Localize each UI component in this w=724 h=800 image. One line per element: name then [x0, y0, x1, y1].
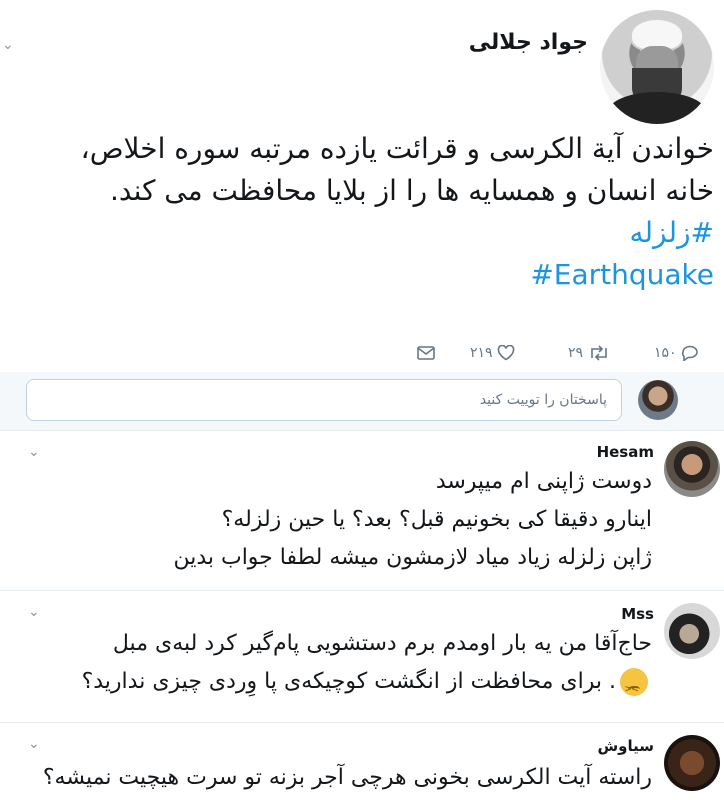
reply-tweet: ⌄ Mss حاج‌آقا من یه بار اومدم برم دستشوی… [0, 591, 724, 721]
reply-count: ۱۵۰ [654, 345, 677, 361]
reply-text-line: راسته آیت الکرسی بخونی هرچی آجر بزنه تو … [42, 765, 652, 790]
reply-text-line: دوست ژاپنی ام میپرسد [435, 469, 652, 494]
avatar[interactable] [664, 603, 720, 659]
reply-input[interactable]: پاسختان را توییت کنید [26, 379, 622, 421]
reply-tweet: ⌄ سیاوش راسته آیت الکرسی بخونی هرچی آجر … [0, 723, 724, 800]
reply-icon [681, 345, 698, 363]
retweet-button[interactable]: ۲۹ [568, 342, 610, 364]
like-button[interactable]: ۲۱۹ [470, 342, 515, 364]
current-user-avatar [638, 380, 678, 420]
reply-author-name[interactable]: Mss [621, 605, 654, 623]
tweet-text-line: خواندن آیة الکرسی و قرائت یازده مرتبه سو… [80, 132, 714, 165]
chevron-down-icon[interactable]: ⌄ [2, 38, 14, 52]
dm-button[interactable] [416, 342, 436, 364]
reply-tweet: ⌄ Hesam دوست ژاپنی ام میپرسد اینارو دقیق… [0, 431, 724, 589]
hashtag-link[interactable]: #Earthquake [4, 254, 714, 296]
chevron-down-icon[interactable]: ⌄ [28, 737, 40, 751]
tired-face-emoji [620, 668, 648, 708]
reply-text: حاج‌آقا من یه بار اومدم برم دستشویی پام‌… [32, 625, 652, 708]
chevron-down-icon[interactable]: ⌄ [28, 605, 40, 619]
reply-author-name[interactable]: Hesam [597, 443, 654, 461]
tweet-text: خواندن آیة الکرسی و قرائت یازده مرتبه سو… [4, 128, 714, 296]
reply-author-name[interactable]: سیاوش [597, 737, 654, 755]
reply-text-line: ژاپن زلزله زیاد میاد لازمشون میشه لطفا ج… [173, 545, 652, 570]
retweet-icon [590, 345, 607, 361]
chevron-down-icon[interactable]: ⌄ [28, 445, 40, 459]
main-tweet: ⌄ جواد جلالی خواندن آیة الکرسی و قرائت ی… [0, 0, 724, 372]
retweet-count: ۲۹ [568, 345, 584, 361]
reply-text-line: اینارو دقیقا کی بخونیم قبل؟ بعد؟ یا حین … [221, 507, 652, 532]
heart-icon [497, 344, 515, 361]
tweet-text-line: خانه انسان و همسایه ها را از بلایا محافظ… [110, 174, 714, 207]
like-count: ۲۱۹ [470, 345, 493, 361]
author-avatar[interactable] [600, 10, 714, 124]
reply-text-line: حاج‌آقا من یه بار اومدم برم دستشویی پام‌… [112, 631, 652, 656]
reply-text-line-with-emoji: . برای محافظت از انگشت کوچیکه‌ی پا وِردی… [32, 663, 652, 708]
author-name[interactable]: جواد جلالی [469, 30, 588, 55]
hashtag-link[interactable]: #زلزله [4, 212, 714, 254]
reply-composer: پاسختان را توییت کنید [0, 372, 724, 430]
avatar[interactable] [664, 735, 720, 791]
reply-text: راسته آیت الکرسی بخونی هرچی آجر بزنه تو … [32, 759, 652, 797]
reply-button[interactable]: ۱۵۰ [654, 342, 699, 364]
envelope-icon [417, 346, 435, 360]
reply-text: دوست ژاپنی ام میپرسد اینارو دقیقا کی بخو… [32, 463, 652, 577]
avatar[interactable] [664, 441, 720, 497]
reply-text-line: . برای محافظت از انگشت کوچیکه‌ی پا وِردی… [81, 669, 616, 694]
tweet-actions: ۱۵۰ ۲۹ ۲۱۹ [0, 342, 724, 364]
